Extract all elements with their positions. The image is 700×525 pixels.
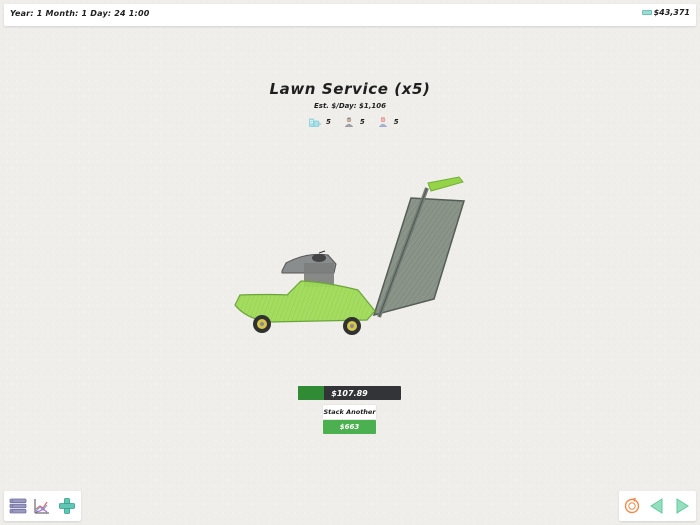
money-display: $43,371	[641, 8, 690, 17]
business-stats: 5 5 5	[309, 117, 399, 127]
purchase-cost-button[interactable]: $663	[323, 420, 376, 434]
top-status-bar: Year: 1 Month: 1 Day: 24 1:00 $43,371	[4, 4, 696, 26]
stats-chart-icon[interactable]	[33, 497, 51, 515]
game-date: Year: 1 Month: 1 Day: 24 1:00	[10, 9, 150, 18]
daily-estimate: Est. $/Day: $1,106	[314, 102, 386, 110]
bottom-left-toolbar	[4, 491, 81, 521]
building-icon	[309, 117, 321, 127]
worker-icon	[343, 117, 355, 127]
worker-stat: 5	[343, 117, 365, 127]
stack-another-button[interactable]: Stack Another	[323, 405, 376, 419]
building-count: 5	[326, 118, 331, 126]
previous-icon[interactable]	[648, 497, 666, 515]
worker-count: 5	[359, 118, 365, 126]
building-stat: 5	[309, 117, 331, 127]
business-title: Lawn Service (x5)	[269, 80, 431, 98]
manager-count: 5	[393, 118, 399, 126]
money-value: $43,371	[653, 8, 690, 17]
next-icon[interactable]	[673, 497, 691, 515]
add-icon[interactable]	[58, 497, 76, 515]
manager-icon	[377, 117, 389, 127]
refresh-icon[interactable]	[623, 497, 641, 515]
lawn-mower-illustration	[228, 168, 478, 343]
menu-icon[interactable]	[9, 497, 27, 515]
revenue-progress-label: $107.89	[331, 389, 368, 398]
revenue-progress-bar: $107.89	[298, 386, 401, 400]
cash-icon	[641, 10, 652, 15]
manager-stat: 5	[377, 117, 399, 127]
bottom-right-toolbar	[619, 491, 696, 521]
